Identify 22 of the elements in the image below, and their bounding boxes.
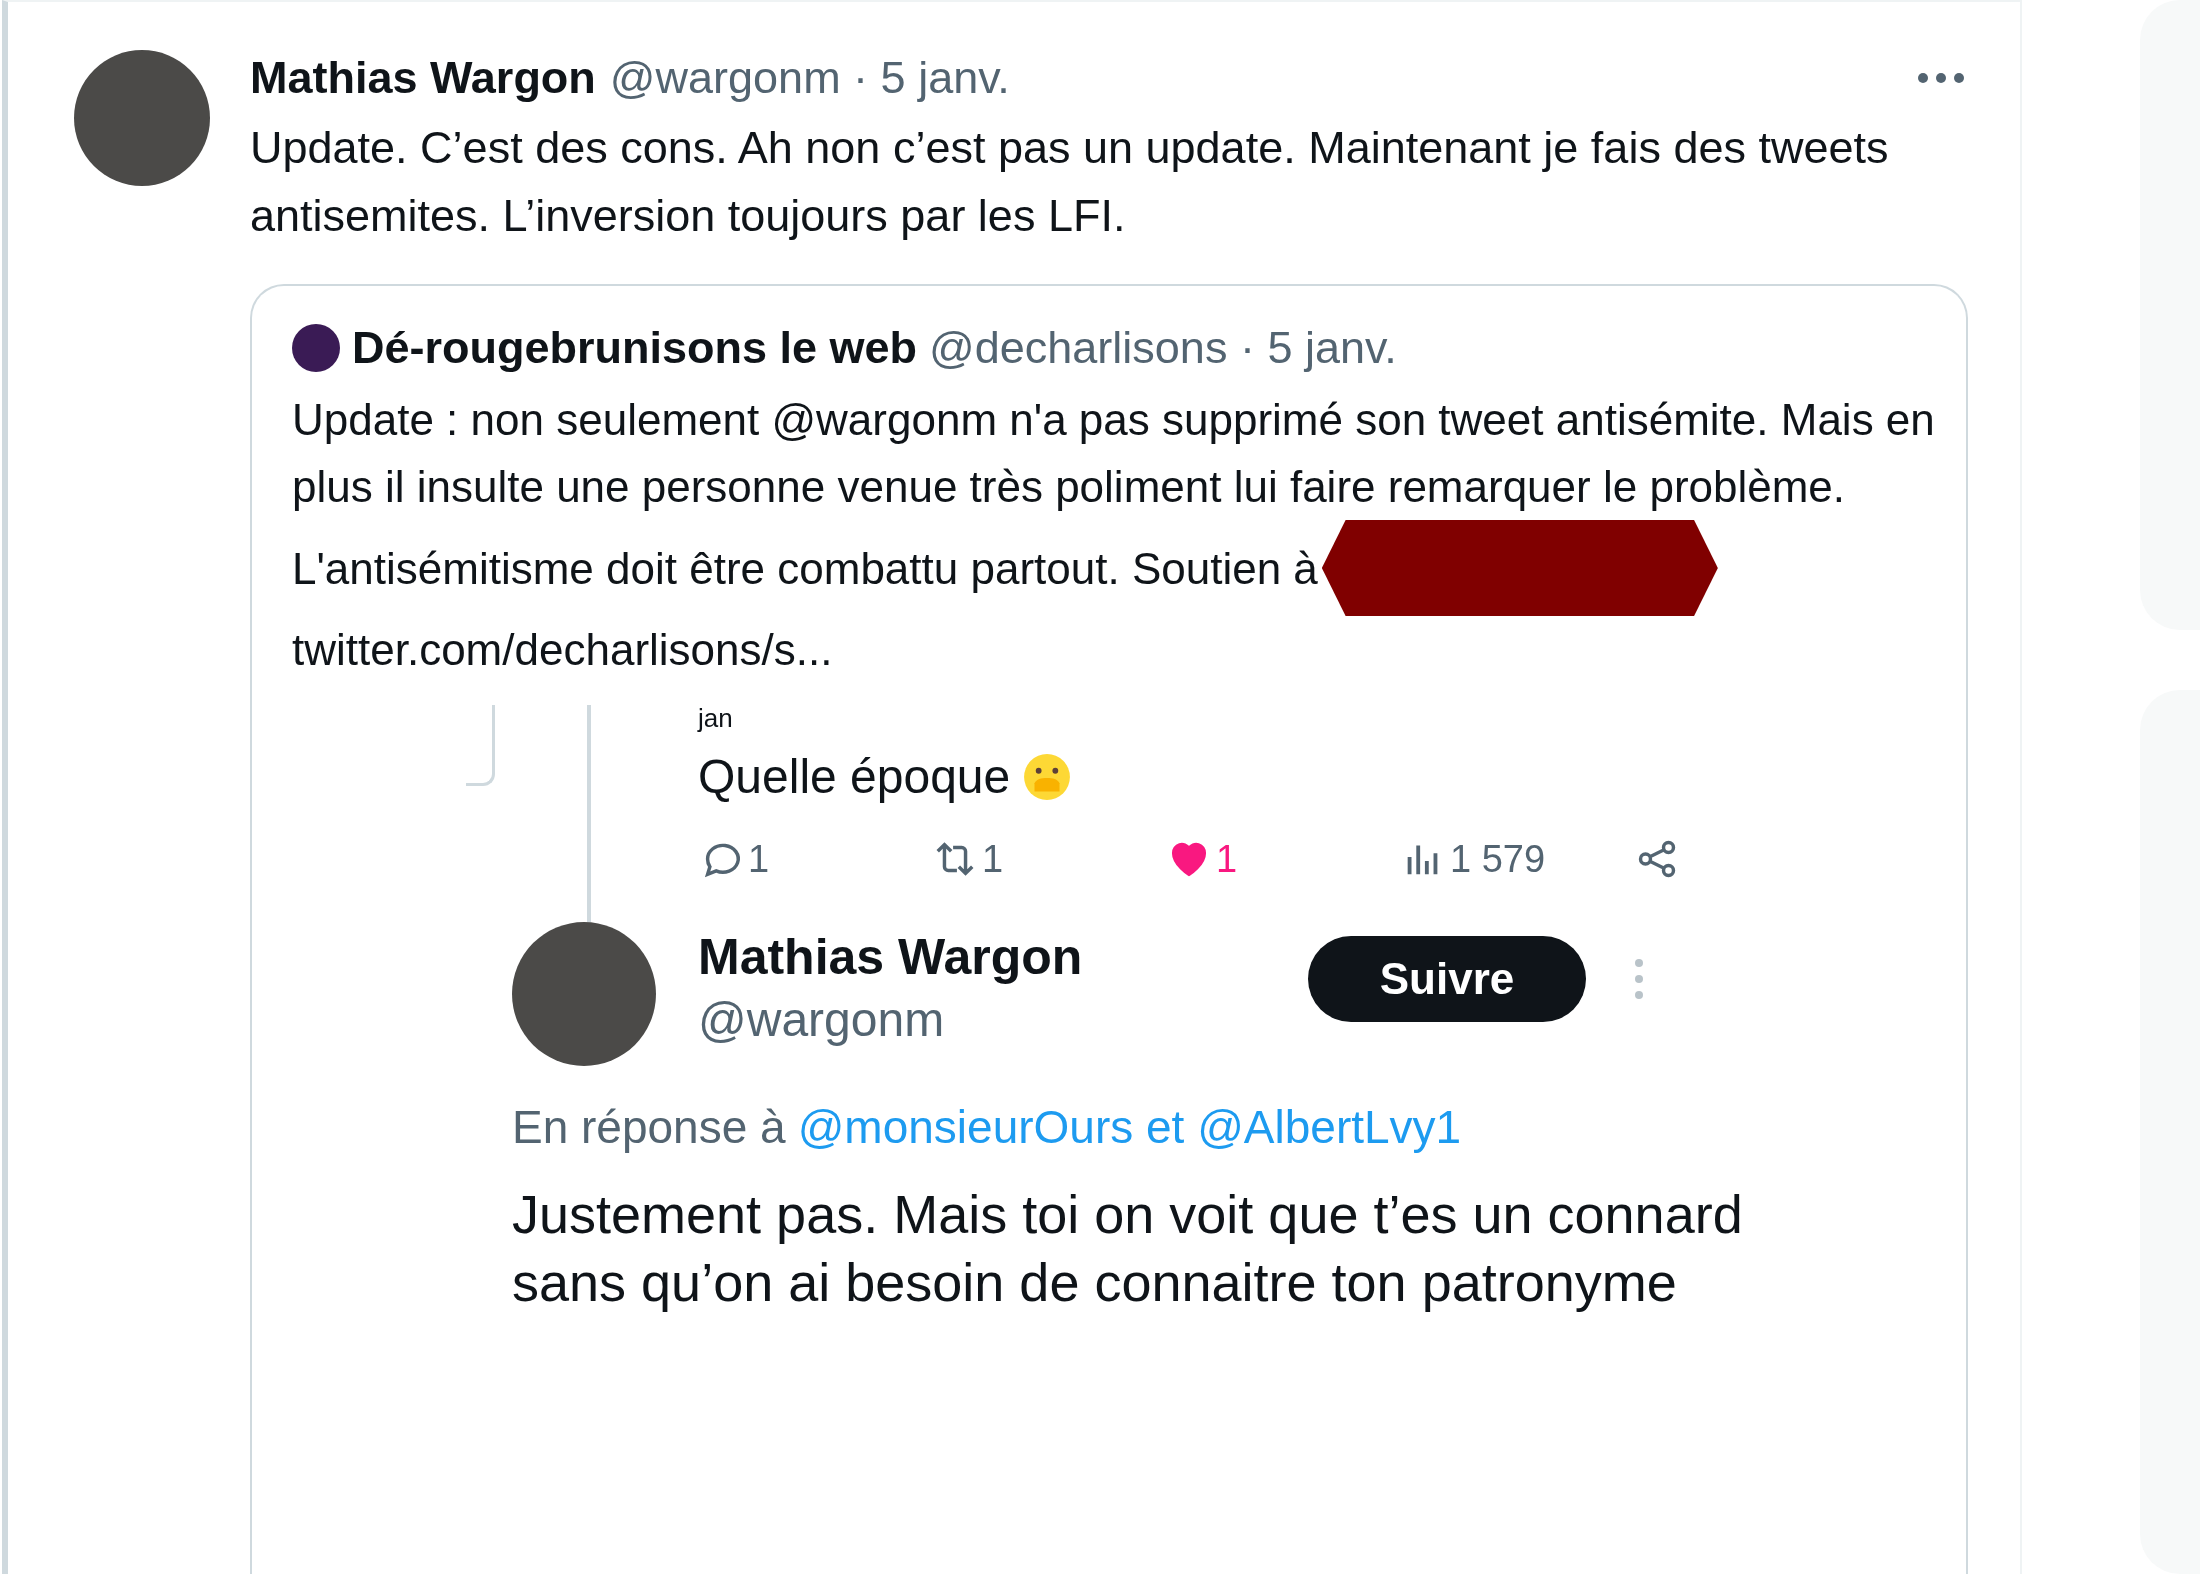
avatar (292, 324, 340, 372)
author-name: Mathias Wargon (698, 928, 1084, 986)
handle-and-date: @decharlisons · 5 janv. (929, 322, 1397, 374)
action-count: 1 (748, 837, 770, 881)
follow-button[interactable]: Suivre (1308, 936, 1586, 1022)
reply-text: Justement pas. Mais toi on voit que t’es un connard sans qu’on ai besoin de connaitre ton patronyme (512, 1183, 1744, 1314)
quoted-text: L'antisémitisme doit être combattu partout. Soutien à (291, 542, 1318, 595)
quoted-text: Update : non seulement @wargonm n'a pas supprimé son tweet antisémite. Mais en plus il insulte une personne venue très poliment lui faire remarquer le problème. (291, 394, 1936, 513)
quoted-tweet-card[interactable] (250, 284, 1968, 1574)
face-emoji-icon (1022, 751, 1073, 802)
tweet-text: Update. C’est des cons. Ah non c’est pas un update. Maintenant je fais des tweets antisemites. L’inversion toujours par les LFI. (250, 121, 1890, 243)
quoted-link: twitter.com/decharlisons/s... (291, 624, 834, 676)
action-count: 1 579 (1450, 837, 1546, 881)
author-name: Dé-rougebrunisons le web (352, 322, 918, 374)
action-count: 1 (982, 837, 1004, 881)
reply-label: En réponse à (512, 1100, 786, 1154)
action-count: 1 (1216, 837, 1238, 881)
date-fragment: jan (698, 705, 734, 731)
reply-text: Quelle époque (698, 749, 1011, 804)
author-name[interactable]: Mathias Wargon (250, 52, 596, 104)
handle-and-date: @wargonm · 5 janv. (609, 52, 1010, 104)
author-handle: @wargonm (698, 992, 946, 1047)
